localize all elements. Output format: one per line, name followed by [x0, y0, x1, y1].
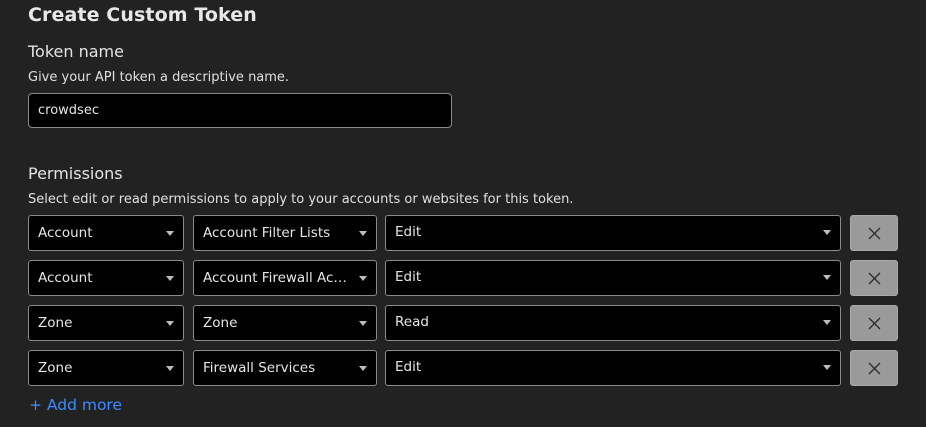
- scope-value: Zone: [38, 315, 73, 331]
- scope-select[interactable]: Account: [28, 215, 184, 251]
- permission-row: Zone Zone Read: [28, 305, 898, 341]
- permission-row: Account Account Filter Lists Edit: [28, 215, 898, 251]
- caret-down-icon: [823, 230, 831, 235]
- caret-down-icon: [359, 231, 367, 236]
- permission-item-select[interactable]: Firewall Services: [193, 350, 377, 386]
- permission-item-select[interactable]: Zone: [193, 305, 377, 341]
- permission-item-value: Firewall Services: [203, 360, 316, 376]
- access-level-value: Edit: [395, 269, 422, 285]
- permissions-label: Permissions: [28, 164, 123, 183]
- access-level-value: Read: [395, 314, 429, 330]
- access-level-select[interactable]: Edit: [385, 260, 841, 296]
- remove-permission-button[interactable]: [850, 260, 898, 296]
- create-token-page: Create Custom Token Token name Give your…: [0, 0, 926, 427]
- scope-select[interactable]: Zone: [28, 350, 184, 386]
- token-name-label: Token name: [28, 42, 124, 61]
- access-level-value: Edit: [395, 224, 422, 240]
- permission-item-value: Zone: [203, 315, 238, 331]
- caret-down-icon: [823, 365, 831, 370]
- add-more-link[interactable]: + Add more: [29, 396, 122, 414]
- permission-item-value: Account Filter Lists: [203, 225, 331, 241]
- close-icon: [868, 227, 881, 240]
- access-level-select[interactable]: Edit: [385, 350, 841, 386]
- access-level-select[interactable]: Read: [385, 305, 841, 341]
- scope-select[interactable]: Zone: [28, 305, 184, 341]
- token-name-input[interactable]: [28, 93, 452, 128]
- caret-down-icon: [359, 276, 367, 281]
- permission-item-select[interactable]: Account Filter Lists: [193, 215, 377, 251]
- page-title: Create Custom Token: [28, 4, 257, 26]
- caret-down-icon: [359, 366, 367, 371]
- caret-down-icon: [166, 276, 174, 281]
- remove-permission-button[interactable]: [850, 305, 898, 341]
- close-icon: [868, 362, 881, 375]
- permission-row: Zone Firewall Services Edit: [28, 350, 898, 386]
- permissions-help: Select edit or read permissions to apply…: [28, 192, 574, 207]
- scope-value: Zone: [38, 360, 73, 376]
- remove-permission-button[interactable]: [850, 215, 898, 251]
- remove-permission-button[interactable]: [850, 350, 898, 386]
- scope-value: Account: [38, 270, 93, 286]
- scope-value: Account: [38, 225, 93, 241]
- access-level-select[interactable]: Edit: [385, 215, 841, 251]
- caret-down-icon: [359, 321, 367, 326]
- caret-down-icon: [166, 366, 174, 371]
- caret-down-icon: [823, 320, 831, 325]
- access-level-value: Edit: [395, 359, 422, 375]
- scope-select[interactable]: Account: [28, 260, 184, 296]
- close-icon: [868, 272, 881, 285]
- caret-down-icon: [166, 321, 174, 326]
- close-icon: [868, 317, 881, 330]
- caret-down-icon: [166, 231, 174, 236]
- permission-item-select[interactable]: Account Firewall Acc...: [193, 260, 377, 296]
- token-name-help: Give your API token a descriptive name.: [28, 70, 290, 85]
- permission-row: Account Account Firewall Acc... Edit: [28, 260, 898, 296]
- permission-item-value: Account Firewall Acc...: [203, 270, 351, 286]
- caret-down-icon: [823, 275, 831, 280]
